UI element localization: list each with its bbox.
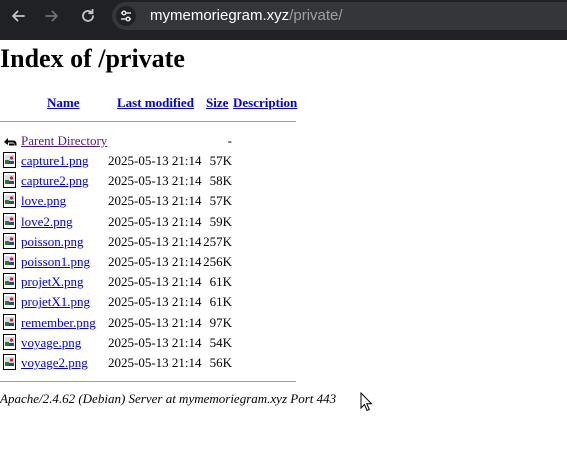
file-modified: 2025-05-13 21:14 bbox=[108, 193, 202, 209]
file-modified: 2025-05-13 21:14 bbox=[108, 334, 202, 350]
image-file-icon bbox=[3, 152, 16, 168]
file-modified: 2025-05-13 21:14 bbox=[108, 314, 202, 330]
file-row: love2.png 2025-05-13 21:14 59K bbox=[0, 211, 300, 231]
sort-by-name-link[interactable]: Name bbox=[47, 95, 80, 110]
site-settings-icon[interactable] bbox=[116, 6, 136, 26]
file-size: 61K bbox=[209, 294, 232, 310]
file-link[interactable]: poisson.png bbox=[21, 234, 83, 249]
image-file-icon bbox=[3, 273, 16, 290]
forward-arrow-icon[interactable] bbox=[42, 6, 62, 26]
server-signature: Apache/2.4.62 (Debian) Server at mymemor… bbox=[0, 391, 337, 406]
divider-top bbox=[0, 121, 296, 122]
file-modified: 2025-05-13 21:14 bbox=[108, 213, 202, 229]
file-row: capture2.png 2025-05-13 21:14 58K bbox=[0, 170, 300, 190]
image-file-icon bbox=[3, 313, 16, 330]
sort-by-description-link[interactable]: Description bbox=[233, 95, 297, 110]
column-header-name[interactable]: Name bbox=[47, 95, 80, 111]
image-file-icon bbox=[3, 172, 16, 189]
column-header-last-modified[interactable]: Last modified bbox=[117, 95, 194, 111]
file-size: 59K bbox=[209, 213, 232, 229]
mouse-cursor-icon bbox=[360, 392, 373, 412]
page-content: Index of /private Name Last modified Siz… bbox=[0, 40, 567, 460]
url-path: /private/ bbox=[289, 7, 343, 24]
image-file-icon bbox=[3, 212, 16, 229]
file-link[interactable]: voyage.png bbox=[21, 335, 81, 350]
file-modified: 2025-05-13 21:14 bbox=[108, 153, 202, 168]
file-modified: 2025-05-13 21:14 bbox=[108, 254, 202, 269]
divider-bottom bbox=[0, 381, 296, 382]
back-arrow-icon[interactable] bbox=[8, 6, 28, 26]
image-file-icon bbox=[3, 192, 16, 209]
file-link[interactable]: remember.png bbox=[21, 315, 96, 330]
file-link[interactable]: projetX.png bbox=[21, 274, 83, 289]
file-size: 58K bbox=[209, 173, 232, 189]
file-row: voyage.png 2025-05-13 21:14 54K bbox=[0, 332, 300, 352]
reload-icon[interactable] bbox=[78, 6, 98, 26]
column-header-description[interactable]: Description bbox=[233, 95, 297, 111]
file-size: 57K bbox=[209, 153, 232, 168]
image-file-icon bbox=[3, 232, 16, 249]
file-row: projetX.png 2025-05-13 21:14 61K bbox=[0, 271, 300, 291]
file-size: 97K bbox=[209, 314, 232, 330]
file-link[interactable]: capture1.png bbox=[21, 153, 89, 168]
file-link[interactable]: capture2.png bbox=[21, 173, 89, 188]
file-modified: 2025-05-13 21:14 bbox=[108, 233, 202, 249]
file-row: projetX1.png 2025-05-13 21:14 61K bbox=[0, 291, 300, 311]
parent-directory-link[interactable]: Parent Directory bbox=[21, 133, 107, 148]
sort-by-size-link[interactable]: Size bbox=[206, 95, 228, 110]
file-size: 56K bbox=[209, 355, 232, 370]
image-file-icon bbox=[3, 293, 16, 310]
file-modified: 2025-05-13 21:14 bbox=[108, 355, 202, 370]
file-row: capture1.png 2025-05-13 21:14 57K bbox=[0, 150, 300, 170]
file-link[interactable]: love2.png bbox=[21, 214, 73, 229]
url-host: mymemoriegram.xyz bbox=[150, 7, 290, 24]
image-file-icon bbox=[3, 354, 16, 370]
file-row: remember.png 2025-05-13 21:14 97K bbox=[0, 312, 300, 332]
file-link[interactable]: voyage2.png bbox=[21, 355, 88, 370]
sort-by-modified-link[interactable]: Last modified bbox=[117, 95, 194, 110]
file-row: voyage2.png 2025-05-13 21:14 56K bbox=[0, 352, 300, 372]
page-title: Index of /private bbox=[0, 44, 185, 73]
file-size: 57K bbox=[209, 193, 232, 209]
file-row: poisson.png 2025-05-13 21:14 257K bbox=[0, 231, 300, 251]
column-header-size[interactable]: Size bbox=[206, 95, 228, 111]
address-bar[interactable]: mymemoriegram.xyz/private/ bbox=[112, 2, 567, 30]
file-row: poisson1.png 2025-05-13 21:14 256K bbox=[0, 251, 300, 271]
image-file-icon bbox=[3, 253, 16, 269]
file-link[interactable]: love.png bbox=[21, 193, 66, 208]
file-size: 256K bbox=[203, 254, 232, 269]
parent-size: - bbox=[227, 133, 232, 148]
url-text[interactable]: mymemoriegram.xyz/private/ bbox=[150, 7, 343, 24]
parent-directory-row: Parent Directory - bbox=[0, 130, 300, 150]
file-row: love.png 2025-05-13 21:14 57K bbox=[0, 190, 300, 210]
file-size: 54K bbox=[209, 334, 232, 350]
file-link[interactable]: poisson1.png bbox=[21, 254, 90, 269]
back-folder-icon bbox=[4, 138, 17, 146]
browser-toolbar: mymemoriegram.xyz/private/ bbox=[0, 0, 567, 40]
file-size: 257K bbox=[203, 233, 232, 249]
file-modified: 2025-05-13 21:14 bbox=[108, 274, 202, 290]
file-modified: 2025-05-13 21:14 bbox=[108, 173, 202, 189]
file-modified: 2025-05-13 21:14 bbox=[108, 294, 202, 310]
file-size: 61K bbox=[209, 274, 232, 290]
image-file-icon bbox=[3, 333, 16, 350]
file-link[interactable]: projetX1.png bbox=[21, 294, 90, 309]
